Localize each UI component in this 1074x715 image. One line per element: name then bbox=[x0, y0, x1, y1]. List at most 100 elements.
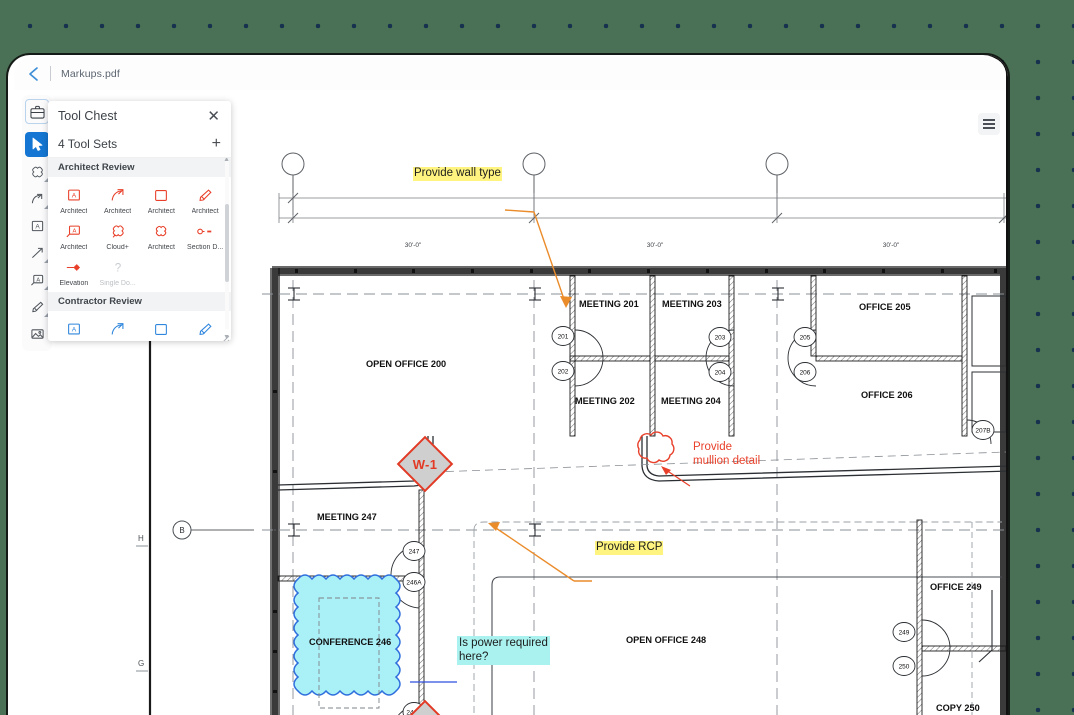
tool-item-label: Architect bbox=[60, 208, 88, 215]
close-icon[interactable]: ✕ bbox=[206, 107, 221, 126]
svg-text:30'-0": 30'-0" bbox=[883, 242, 900, 249]
door-tag: 203 bbox=[708, 327, 732, 347]
tool-item-label: Cloud+ bbox=[106, 244, 129, 251]
tool-grid: A Architect Architect Architect Architect … bbox=[48, 177, 231, 292]
door-tag: 201 bbox=[551, 326, 575, 346]
room-label: MEETING 204 bbox=[661, 396, 722, 406]
svg-text:?: ? bbox=[114, 261, 121, 274]
wall-type-tag-label: W-1 bbox=[412, 456, 438, 472]
door-tag-label: 250 bbox=[899, 664, 910, 671]
tablet-device-frame: Markups.pdf 30'-0" 30'-0" 30'-0" H G B O… bbox=[8, 55, 1008, 715]
hamburger-bar bbox=[983, 127, 995, 129]
tool-item[interactable]: A bbox=[52, 316, 96, 341]
svg-text:A: A bbox=[36, 277, 40, 283]
room-label: OFFICE 249 bbox=[930, 582, 982, 592]
door-tag-label: 202 bbox=[558, 369, 569, 376]
tool-item[interactable]: Cloud+ bbox=[96, 218, 140, 253]
provide-rcp[interactable]: Provide RCP bbox=[595, 541, 664, 555]
tool-item[interactable]: A Architect bbox=[52, 182, 96, 217]
is-power-required[interactable]: Is power required here? bbox=[457, 636, 550, 666]
door-tag-label: 207B bbox=[975, 428, 990, 435]
door-tag-label: 247 bbox=[409, 549, 420, 556]
room-label: MEETING 202 bbox=[575, 396, 635, 406]
door-tag-label: 246A bbox=[406, 580, 422, 587]
add-tool-set-icon[interactable]: + bbox=[212, 136, 221, 152]
door-tag-label: 203 bbox=[715, 335, 726, 342]
tool-chest-title: Tool Chest bbox=[58, 109, 118, 123]
provide-mullion-detail[interactable]: Provide mullion detail bbox=[693, 441, 760, 468]
door-tag: 202 bbox=[551, 361, 575, 381]
tool-item-label: Elevation bbox=[59, 280, 89, 287]
image-stamp-icon[interactable] bbox=[25, 321, 49, 346]
door-tag: 204 bbox=[708, 362, 732, 382]
tool-set-header[interactable]: Contractor Review bbox=[48, 292, 231, 311]
tool-chest-panel[interactable]: Tool Chest ✕ 4 Tool Sets + Architect Rev… bbox=[48, 101, 231, 341]
cursor-select-icon[interactable] bbox=[25, 132, 49, 157]
wall-type-tag[interactable]: W-1 bbox=[396, 435, 454, 493]
callout-arrow-icon[interactable] bbox=[25, 186, 49, 211]
door-tag-label: 201 bbox=[558, 334, 569, 341]
tool-chest-header: Tool Chest ✕ bbox=[48, 101, 231, 131]
tool-item-label: Architect bbox=[60, 244, 88, 251]
mullion-revision-cloud bbox=[637, 431, 675, 464]
hamburger-menu-icon[interactable] bbox=[978, 113, 1000, 135]
callout-arrow-icon bbox=[109, 319, 127, 339]
door-tag: 249 bbox=[892, 622, 916, 642]
svg-text:30'-0": 30'-0" bbox=[405, 242, 422, 249]
room-label: OFFICE 206 bbox=[861, 390, 913, 400]
tool-item[interactable]: A Architect bbox=[52, 218, 96, 253]
hamburger-bar bbox=[983, 119, 995, 121]
door-tag: 246A bbox=[402, 572, 426, 592]
text-box-a-icon: A bbox=[65, 319, 83, 339]
tool-chest-body: Architect Review A Architect Architect Arc… bbox=[48, 157, 231, 341]
door-tag: 205 bbox=[793, 327, 817, 347]
tool-item-label: Architect bbox=[104, 208, 132, 215]
rectangle-icon bbox=[152, 185, 170, 205]
tool-item[interactable] bbox=[140, 316, 184, 341]
room-label: MEETING 201 bbox=[579, 299, 639, 309]
scroll-up-arrow-icon[interactable]: ▲ bbox=[223, 158, 230, 163]
door-tag: 247 bbox=[402, 541, 426, 561]
svg-text:B: B bbox=[179, 526, 184, 535]
tool-item[interactable]: Architect bbox=[96, 182, 140, 217]
room-label: CONFERENCE 246 bbox=[309, 637, 391, 647]
door-tag: 207B bbox=[971, 420, 995, 440]
svg-text:A: A bbox=[72, 228, 76, 234]
elevation-marker-icon bbox=[65, 257, 83, 277]
scrollbar-thumb[interactable] bbox=[225, 204, 229, 282]
door-tag-label: 206 bbox=[800, 370, 811, 377]
tool-item[interactable] bbox=[96, 316, 140, 341]
highlighter-icon[interactable] bbox=[25, 294, 49, 319]
wall-type-tag[interactable]: W-1 bbox=[396, 699, 454, 715]
hamburger-bar bbox=[983, 123, 995, 125]
back-chevron-icon[interactable] bbox=[20, 61, 46, 87]
cloud-shape-icon[interactable] bbox=[25, 159, 49, 184]
tool-item[interactable]: ? Single Do... bbox=[96, 254, 140, 289]
tool-item[interactable]: Elevation bbox=[52, 254, 96, 289]
text-box-icon[interactable]: A bbox=[25, 213, 49, 238]
door-tag-label: 205 bbox=[800, 335, 811, 342]
toolbox-icon[interactable] bbox=[25, 99, 49, 124]
text-callout-icon[interactable]: A bbox=[25, 267, 49, 292]
room-label: OPEN OFFICE 200 bbox=[366, 359, 446, 369]
resize-handle-icon[interactable] bbox=[221, 331, 230, 341]
arrow-line-icon[interactable] bbox=[25, 240, 49, 265]
door-tag-label: 249 bbox=[899, 630, 910, 637]
document-title: Markups.pdf bbox=[61, 67, 120, 80]
tool-item[interactable]: Architect bbox=[183, 182, 227, 217]
tool-item[interactable]: Section D... bbox=[183, 218, 227, 253]
tool-item[interactable]: Architect bbox=[140, 218, 184, 253]
tool-item[interactable]: Architect bbox=[140, 182, 184, 217]
wall-type-leader bbox=[504, 209, 572, 308]
topbar-divider bbox=[50, 66, 51, 81]
provide-wall-type[interactable]: Provide wall type bbox=[413, 167, 502, 181]
svg-text:H: H bbox=[138, 534, 144, 543]
wall-type-tag-label: W-1 bbox=[405, 708, 445, 715]
svg-text:30'-0": 30'-0" bbox=[647, 242, 664, 249]
room-label: OPEN OFFICE 248 bbox=[626, 635, 706, 645]
text-callout-a-icon: A bbox=[65, 221, 83, 241]
tool-set-header[interactable]: Architect Review bbox=[48, 158, 231, 177]
tool-sets-list[interactable]: Architect Review A Architect Architect Arc… bbox=[48, 158, 231, 341]
tool-item-label: Architect bbox=[191, 208, 219, 215]
door-tag: 250 bbox=[892, 656, 916, 676]
